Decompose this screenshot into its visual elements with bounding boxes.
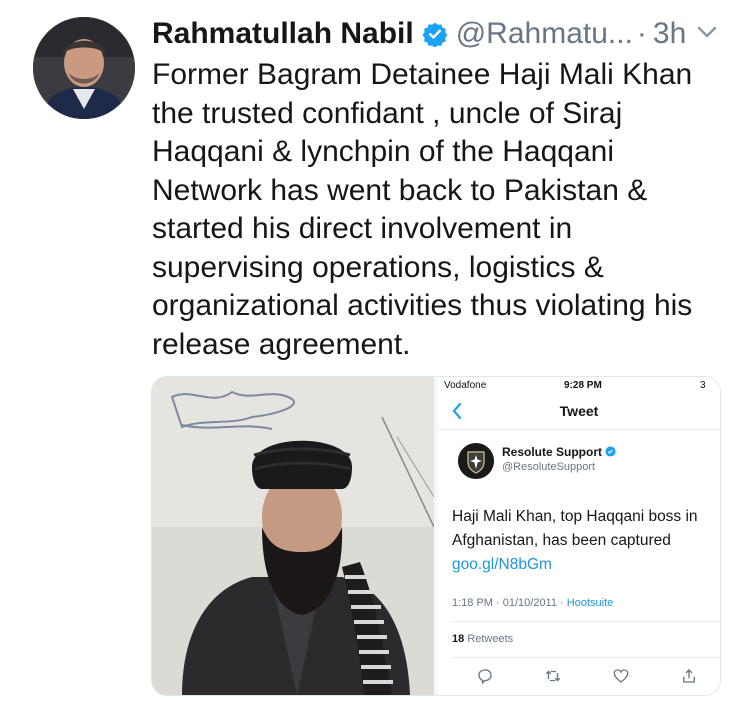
clock-label: 9:28 PM: [564, 380, 602, 391]
embedded-account-name: Resolute Support: [502, 445, 616, 459]
embedded-account-handle: @ResoluteSupport: [502, 461, 596, 473]
header-separator: ·: [636, 17, 647, 50]
share-icon: [680, 667, 698, 685]
reply-icon: [476, 667, 494, 685]
carrier-label: Vodafone: [444, 380, 487, 391]
battery-label: 3: [700, 380, 706, 391]
embedded-timestamp: 1:18 PM · 01/10/2011 · Hootsuite: [452, 597, 614, 609]
resolute-support-logo: [458, 443, 494, 479]
phone-nav-bar: Tweet: [438, 395, 720, 430]
divider: [452, 621, 720, 622]
author-handle[interactable]: @Rahmatu...: [456, 17, 633, 51]
verified-badge-icon: [605, 446, 616, 457]
via-app-link: Hootsuite: [566, 597, 614, 609]
tweet-text: Former Bagram Detainee Haji Mali Khan th…: [152, 56, 737, 364]
tweet-card[interactable]: Rahmatullah Nabil @Rahmatu... · 3h Forme…: [0, 0, 750, 701]
chevron-down-icon[interactable]: [690, 18, 724, 48]
media-photo-detainee[interactable]: [152, 377, 435, 695]
tweet-text-line: started his direct involvement in: [152, 212, 573, 245]
like-icon: [612, 667, 630, 685]
tweet-text-line: Haqqani & lynchpin of the Haqqani: [152, 135, 614, 168]
embedded-text-line: Haji Mali Khan, top Haqqani boss in: [452, 508, 698, 525]
tweet-timestamp[interactable]: 3h: [653, 17, 686, 51]
tweet-text-line: organizational activities thus violating…: [152, 289, 693, 322]
tweet-text-line: Former Bagram Detainee Haji Mali Khan: [152, 58, 693, 91]
tweet-text-line: release agreement.: [152, 327, 411, 361]
tweet-media-grid: Vodafone 9:28 PM 3 Tweet Resolute Suppor…: [151, 376, 721, 696]
phone-status-bar: Vodafone 9:28 PM 3: [438, 377, 720, 395]
avatar[interactable]: [33, 17, 135, 119]
embedded-text-line: Afghanistan, has been captured: [452, 532, 671, 549]
tweet-text-line: Network has went back to Pakistan &: [152, 173, 648, 207]
embedded-tweet-text: Haji Mali Khan, top Haqqani boss in Afgh…: [452, 505, 720, 577]
author-name[interactable]: Rahmatullah Nabil: [152, 17, 414, 51]
embedded-retweet-count: 18 Retweets: [452, 633, 514, 645]
media-screenshot-tweet[interactable]: Vodafone 9:28 PM 3 Tweet Resolute Suppor…: [438, 377, 720, 695]
tweet-text-line: supervising operations, logistics &: [152, 250, 604, 284]
retweet-icon: [544, 667, 562, 685]
nav-title: Tweet: [559, 403, 599, 419]
tweet-text-line: the trusted confidant , uncle of Siraj: [152, 96, 623, 130]
tweet-header: Rahmatullah Nabil @Rahmatu... · 3h: [152, 12, 686, 56]
divider: [452, 657, 720, 658]
embedded-link: goo.gl/N8bGm: [452, 556, 552, 573]
verified-badge-icon: [422, 21, 448, 48]
